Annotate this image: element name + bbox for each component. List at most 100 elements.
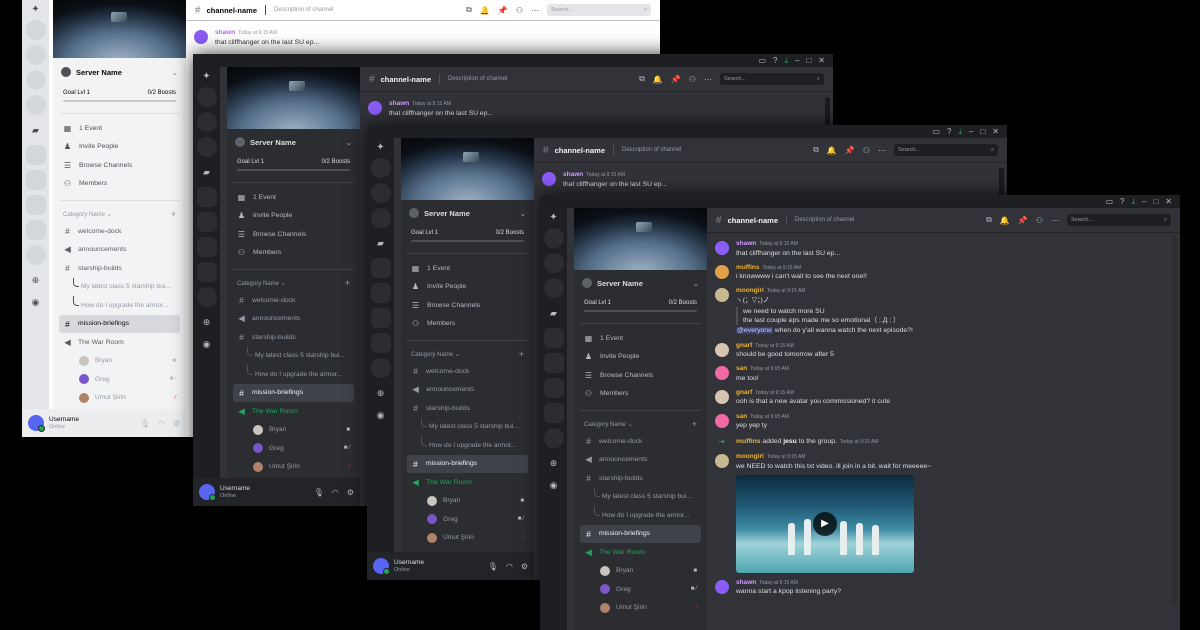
channel-welcome-dock[interactable]: # welcome-dock — [233, 291, 354, 310]
author-name[interactable]: gnarf — [736, 342, 752, 349]
discord-home-icon[interactable]: ✦ — [549, 212, 557, 223]
channel-welcome-dock[interactable]: # welcome-dock — [407, 362, 528, 381]
maximize-icon[interactable]: □ — [1153, 197, 1158, 206]
server-icon[interactable] — [370, 183, 391, 203]
voice-user[interactable]: Bryan ■ — [401, 492, 534, 511]
threads-icon[interactable]: ⧉ — [813, 145, 819, 155]
voice-user[interactable]: Umut Şirin ⁄ — [53, 389, 186, 408]
server-icon[interactable] — [196, 137, 217, 157]
server-icon[interactable] — [543, 228, 564, 248]
server-header[interactable]: Server Name ⌄ — [53, 58, 186, 86]
members-icon[interactable]: ⚇ — [516, 6, 523, 15]
server-icon[interactable] — [196, 237, 217, 257]
voice-user[interactable]: Greg ■ ⁄ — [227, 439, 360, 458]
message[interactable]: gnarf Today at 9:15 AM ooh is that a new … — [707, 386, 1180, 410]
more-icon[interactable]: ⋯ — [704, 75, 712, 84]
server-icon[interactable] — [543, 278, 564, 298]
threads-icon[interactable]: ⧉ — [639, 74, 645, 84]
server-icon[interactable] — [25, 145, 46, 165]
message[interactable]: san Today at 9:15 AM yep yep ty — [707, 410, 1180, 434]
server-icon[interactable] — [370, 158, 391, 178]
message[interactable]: shawn Today at 9:15 AM wanna start a kpop… — [707, 576, 1180, 600]
server-icon[interactable] — [543, 253, 564, 273]
author-name[interactable]: shawn — [736, 579, 756, 586]
avatar[interactable] — [199, 484, 216, 501]
menu-events[interactable]: ▦ 1 Event — [401, 259, 534, 278]
author-name[interactable]: shawn — [563, 171, 583, 178]
voice-channel-war-room[interactable]: ◀ The War Room — [407, 473, 528, 492]
bell-icon[interactable]: 🔔 — [827, 146, 837, 155]
pin-icon[interactable]: 📌 — [498, 6, 508, 15]
microphone-icon[interactable]: 🎙 — [314, 488, 324, 497]
add-channel-icon[interactable]: + — [171, 209, 176, 219]
author-name[interactable]: moongirl — [736, 453, 764, 460]
message[interactable]: moongirl Today at 9:15 AM ヽ(；▽；)ノ we need… — [707, 284, 1180, 338]
voice-channel-war-room[interactable]: ◀ The War Room — [59, 333, 180, 352]
headphones-icon[interactable]: ◠ — [158, 419, 165, 428]
add-server-icon[interactable]: ⊕ — [550, 453, 558, 473]
message[interactable]: shawn Today at 9:15 AM that cliffhanger o… — [186, 21, 660, 50]
category-header[interactable]: Category Name ⌄ + — [227, 275, 360, 291]
discord-home-icon[interactable]: ✦ — [376, 142, 384, 153]
add-server-icon[interactable]: ⊕ — [203, 312, 211, 332]
voice-user[interactable]: Greg ■ ⁄ — [53, 370, 186, 389]
menu-browse[interactable]: ☰ Browse Channels — [53, 156, 186, 175]
add-channel-icon[interactable]: + — [345, 278, 350, 288]
server-icon[interactable] — [25, 195, 46, 215]
mention-everyone[interactable]: @everyone — [736, 327, 773, 335]
menu-browse[interactable]: ☰ Browse Channels — [574, 366, 707, 385]
download-icon[interactable]: ⤓ — [1131, 197, 1135, 207]
folder-icon[interactable]: ▰ — [377, 233, 384, 253]
channel-starship-builds[interactable]: # starship-builds — [59, 259, 180, 278]
headphones-icon[interactable]: ◠ — [506, 562, 513, 571]
voice-user[interactable]: Umut Şirin ⁄ — [401, 529, 534, 548]
voice-channel-war-room[interactable]: ◀ The War Room — [580, 543, 701, 562]
voice-channel-war-room[interactable]: ◀ The War Room — [233, 402, 354, 421]
menu-invite[interactable]: ♟ Invite People — [53, 138, 186, 157]
category-header[interactable]: Category Name ⌄ + — [53, 206, 186, 222]
close-icon[interactable]: ✕ — [992, 127, 999, 136]
video-embed[interactable]: ▶ — [736, 474, 914, 573]
bell-icon[interactable]: 🔔 — [653, 75, 663, 84]
gear-icon[interactable]: ⚙ — [173, 419, 180, 428]
menu-members[interactable]: ⚇ Members — [53, 175, 186, 194]
play-icon[interactable]: ▶ — [813, 511, 837, 536]
thread-item[interactable]: How do I upgrade the armor... — [227, 365, 360, 384]
members-icon[interactable]: ⚇ — [863, 146, 870, 155]
channel-mission-briefings[interactable]: # mission-briefings — [407, 454, 528, 473]
voice-user[interactable]: Greg ■ ⁄ — [401, 510, 534, 529]
server-header[interactable]: Server Name ⌄ — [574, 270, 707, 296]
avatar[interactable] — [373, 558, 390, 575]
author-name[interactable]: san — [736, 413, 747, 420]
help-icon[interactable]: ? — [947, 127, 951, 136]
server-icon[interactable] — [25, 170, 46, 190]
bell-icon[interactable]: 🔔 — [480, 6, 490, 15]
add-channel-icon[interactable]: + — [519, 349, 524, 359]
server-icon[interactable] — [196, 87, 217, 107]
pin-icon[interactable]: 📌 — [845, 146, 855, 155]
channel-announcements[interactable]: ◀ announcements — [580, 451, 701, 470]
voice-user[interactable]: Greg ■ ⁄ — [574, 580, 707, 599]
help-icon[interactable]: ? — [773, 56, 777, 65]
menu-members[interactable]: ⚇ Members — [574, 385, 707, 404]
menu-invite[interactable]: ♟ Invite People — [574, 348, 707, 367]
message[interactable]: gnarf Today at 9:15 AM should be good tom… — [707, 339, 1180, 363]
maximize-icon[interactable]: □ — [806, 56, 811, 65]
microphone-icon[interactable]: 🎙 — [140, 419, 150, 428]
add-channel-icon[interactable]: + — [692, 419, 697, 429]
server-icon[interactable] — [25, 70, 46, 90]
search-input[interactable]: Search... ⌕ — [894, 144, 998, 156]
discord-home-icon[interactable]: ✦ — [31, 4, 39, 15]
server-icon[interactable] — [370, 258, 391, 278]
server-icon[interactable] — [370, 358, 391, 378]
chevron-down-icon[interactable]: ⌄ — [693, 279, 699, 288]
voice-user[interactable]: Umut Şirin ⁄ — [574, 599, 707, 618]
minimize-icon[interactable]: – — [1142, 197, 1146, 206]
threads-icon[interactable]: ⧉ — [986, 215, 992, 225]
add-server-icon[interactable]: ⊕ — [32, 270, 40, 290]
boost-goal[interactable]: Goal Lvl 1 0/2 Boosts — [574, 296, 707, 316]
folder-icon[interactable]: ▰ — [32, 120, 39, 140]
author-name[interactable]: shawn — [389, 100, 409, 107]
more-icon[interactable]: ⋯ — [531, 6, 539, 15]
menu-invite[interactable]: ♟ Invite People — [401, 278, 534, 297]
